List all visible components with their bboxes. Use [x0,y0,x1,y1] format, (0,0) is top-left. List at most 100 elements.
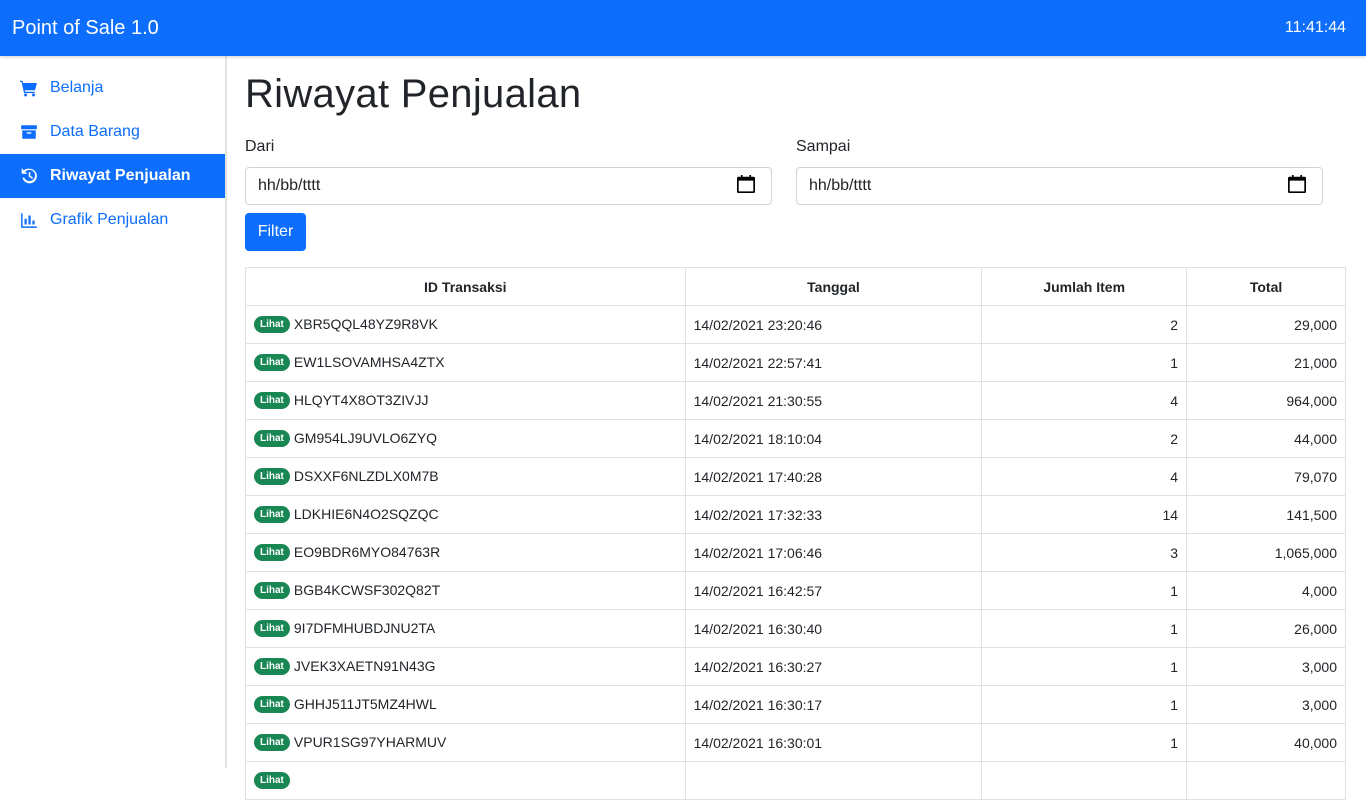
transaction-id: GM954LJ9UVLO6ZYQ [293,429,438,446]
from-date-label: Dari [245,138,275,155]
view-badge-button[interactable]: Lihat [254,316,290,334]
total-cell: 44,000 [1186,419,1346,458]
sales-history-table: ID Transaksi Tanggal Jumlah Item Total L… [245,267,1346,800]
view-badge-button[interactable]: Lihat [254,658,290,676]
app-title[interactable]: Point of Sale 1.0 [12,17,159,40]
total-cell: 3,000 [1186,685,1346,724]
item-count-cell: 4 [981,381,1188,420]
view-badge-button[interactable]: Lihat [254,468,290,486]
table-row: Lihat EO9BDR6MYO84763R 14/02/2021 17:06:46… [245,533,1346,572]
transaction-id-cell: Lihat DSXXF6NLZDLX0M7B [245,457,686,496]
column-header: Total [1186,267,1346,306]
sidebar-item-label: Grafik Penjualan [50,211,169,228]
transaction-id-cell: Lihat EO9BDR6MYO84763R [245,533,686,572]
sidebar-item-grafik-penjualan[interactable]: Grafik Penjualan [0,198,225,242]
item-count-cell: 1 [981,609,1188,648]
transaction-id: VPUR1SG97YHARMUV [293,733,447,750]
total-cell: 26,000 [1186,609,1346,648]
sidebar-item-data-barang[interactable]: Data Barang [0,110,225,154]
view-badge-button[interactable]: Lihat [254,506,290,524]
calendar-icon[interactable] [737,174,755,198]
view-badge-button[interactable]: Lihat [254,430,290,448]
view-badge-button[interactable]: Lihat [254,734,290,752]
archive-box-icon [20,123,38,141]
date-cell: 14/02/2021 16:30:01 [684,723,983,762]
table-row: Lihat [245,761,1346,800]
view-badge-button[interactable]: Lihat [254,544,290,562]
date-cell [684,761,983,800]
column-header: ID Transaksi [245,267,686,306]
from-date-value: hh/bb/tttt [258,177,321,194]
item-count-cell: 1 [981,647,1188,686]
table-row: Lihat JVEK3XAETN91N43G 14/02/2021 16:30:27… [245,647,1346,686]
calendar-icon[interactable] [1288,174,1306,198]
date-cell: 14/02/2021 16:30:27 [684,647,983,686]
bar-chart-icon [20,211,38,229]
table-row: Lihat GHHJ511JT5MZ4HWL 14/02/2021 16:30:17… [245,685,1346,724]
from-date-field: Dari hh/bb/tttt [245,138,772,205]
filter-form: Dari hh/bb/tttt Sampai hh/bb/tttt [245,138,1346,205]
total-cell: 29,000 [1186,305,1346,344]
to-date-value: hh/bb/tttt [809,177,872,194]
transaction-id: BGB4KCWSF302Q82T [293,581,441,598]
item-count-cell: 1 [981,343,1188,382]
date-cell: 14/02/2021 16:30:40 [684,609,983,648]
total-cell: 141,500 [1186,495,1346,534]
item-count-cell: 3 [981,533,1188,572]
date-cell: 14/02/2021 23:20:46 [684,305,983,344]
transaction-id: HLQYT4X8OT3ZIVJJ [293,391,429,408]
item-count-cell: 1 [981,571,1188,610]
table-header-row: ID Transaksi Tanggal Jumlah Item Total [245,267,1346,306]
filter-button[interactable]: Filter [245,213,306,251]
item-count-cell [981,761,1188,800]
transaction-id-cell: Lihat EW1LSOVAMHSA4ZTX [245,343,686,382]
transaction-id: DSXXF6NLZDLX0M7B [293,467,439,484]
item-count-cell: 1 [981,723,1188,762]
item-count-cell: 2 [981,305,1188,344]
date-cell: 14/02/2021 17:06:46 [684,533,983,572]
transaction-id-cell: Lihat LDKHIE6N4O2SQZQC [245,495,686,534]
total-cell: 21,000 [1186,343,1346,382]
table-row: Lihat DSXXF6NLZDLX0M7B 14/02/2021 17:40:28… [245,457,1346,496]
total-cell: 40,000 [1186,723,1346,762]
transaction-id: JVEK3XAETN91N43G [293,657,436,674]
transaction-id-cell: Lihat GM954LJ9UVLO6ZYQ [245,419,686,458]
sidebar-item-label: Belanja [50,79,104,96]
date-cell: 14/02/2021 16:42:57 [684,571,983,610]
view-badge-button[interactable]: Lihat [254,582,290,600]
sidebar-item-riwayat-penjualan[interactable]: Riwayat Penjualan [0,154,225,198]
view-badge-button[interactable]: Lihat [254,620,290,638]
view-badge-button[interactable]: Lihat [254,392,290,410]
table-row: Lihat EW1LSOVAMHSA4ZTX 14/02/2021 22:57:41… [245,343,1346,382]
to-date-input[interactable]: hh/bb/tttt [796,167,1323,205]
view-badge-button[interactable]: Lihat [254,696,290,714]
date-cell: 14/02/2021 16:30:17 [684,685,983,724]
column-header: Tanggal [684,267,983,306]
view-badge-button[interactable]: Lihat [254,772,290,790]
view-badge-button[interactable]: Lihat [254,354,290,372]
from-date-input[interactable]: hh/bb/tttt [245,167,772,205]
column-header: Jumlah Item [981,267,1188,306]
table-row: Lihat BGB4KCWSF302Q82T 14/02/2021 16:42:57… [245,571,1346,610]
date-cell: 14/02/2021 18:10:04 [684,419,983,458]
total-cell: 4,000 [1186,571,1346,610]
date-cell: 14/02/2021 21:30:55 [684,381,983,420]
item-count-cell: 1 [981,685,1188,724]
date-cell: 14/02/2021 22:57:41 [684,343,983,382]
table-row: Lihat HLQYT4X8OT3ZIVJJ 14/02/2021 21:30:55… [245,381,1346,420]
total-cell: 3,000 [1186,647,1346,686]
sidebar-item-belanja[interactable]: Belanja [0,66,225,110]
history-icon [20,167,38,185]
sidebar-item-label: Data Barang [50,123,140,140]
cart-icon [20,79,38,97]
table-row: Lihat 9I7DFMHUBDJNU2TA 14/02/2021 16:30:40… [245,609,1346,648]
transaction-id: 9I7DFMHUBDJNU2TA [293,619,436,636]
main-content: Riwayat Penjualan Dari hh/bb/tttt Sampai… [245,56,1346,800]
total-cell [1186,761,1346,800]
transaction-id-cell: Lihat [245,761,686,800]
transaction-id-cell: Lihat XBR5QQL48YZ9R8VK [245,305,686,344]
table-body: Lihat XBR5QQL48YZ9R8VK 14/02/2021 23:20:46… [245,305,1346,800]
transaction-id: EW1LSOVAMHSA4ZTX [293,353,445,370]
clock: 11:41:44 [1284,19,1346,36]
transaction-id-cell: Lihat JVEK3XAETN91N43G [245,647,686,686]
